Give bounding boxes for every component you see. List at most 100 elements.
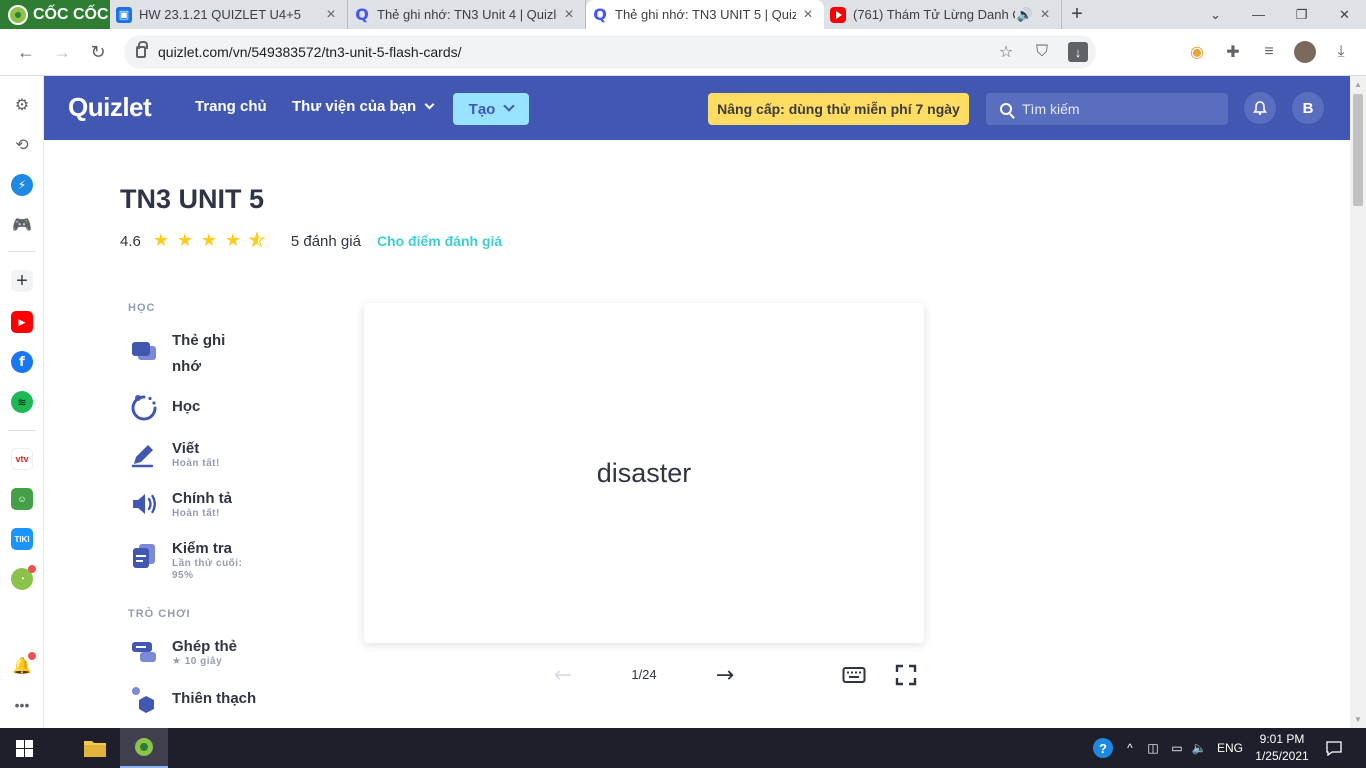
battery-icon[interactable]: ▭ — [1166, 728, 1188, 768]
star-icon: ★ — [224, 230, 241, 251]
youtube-icon[interactable]: ▶ — [11, 311, 33, 333]
browser-tab-2[interactable]: Q Thẻ ghi nhớ: TN3 Unit 4 | Quizlet × — [348, 0, 586, 29]
close-window-icon[interactable]: ✕ — [1323, 0, 1366, 29]
set-title: TN3 UNIT 5 — [120, 184, 265, 214]
browser-tab-1[interactable]: ▣ HW 23.1.21 QUIZLET U4+5 × — [110, 0, 348, 29]
tab-audio-icon[interactable]: 🔊 — [1017, 7, 1033, 23]
game-app-icon[interactable]: ☺ — [11, 488, 33, 510]
download-video-icon[interactable]: ↓ — [1068, 42, 1088, 62]
keyboard-shortcuts-icon[interactable] — [842, 663, 866, 687]
file-explorer-button[interactable] — [72, 728, 118, 768]
card-counter: 1/24 — [631, 667, 657, 682]
flashcard-controls: ← 1/24 → — [364, 660, 924, 690]
previous-card-button[interactable]: ← — [548, 660, 578, 690]
mode-learn[interactable]: Học — [128, 394, 298, 424]
coccoc-app-icon — [135, 738, 153, 756]
star-icon: ★ — [176, 230, 193, 251]
coccoc-taskbar-button[interactable] — [120, 728, 168, 768]
tab-close-icon[interactable]: × — [561, 6, 577, 24]
new-tab-button[interactable]: + — [1062, 0, 1092, 29]
coccoc-sidebar: ⚙ ⟲ ⚡ 🎮 + ▶ f ≋ vtv ☺ TIKI ◔ 🔔 ••• — [0, 76, 44, 728]
shield-icon[interactable]: ⛉ — [1024, 43, 1060, 61]
flashcard[interactable]: disaster — [364, 303, 924, 643]
minimize-icon[interactable]: — — [1237, 0, 1280, 29]
input-language[interactable]: ENG — [1212, 728, 1248, 768]
media-playlist-icon[interactable]: ≡ — [1252, 35, 1286, 69]
star-icon: ★ — [152, 230, 169, 251]
tab-title: Thẻ ghi nhớ: TN3 UNIT 5 | Quizlet — [615, 7, 796, 22]
mode-flashcards[interactable]: Thẻ ghi nhớ — [128, 328, 298, 376]
browser-tab-4[interactable]: (761) Thám Tử Lừng Danh Conan 🔊 × — [824, 0, 1062, 29]
page-scrollbar[interactable]: ▲ ▼ — [1350, 76, 1366, 728]
profile-avatar[interactable] — [1294, 41, 1316, 63]
window-controls: ⌄ — ❐ ✕ — [1194, 0, 1366, 29]
mode-test[interactable]: Kiểm tra Lần thử cuối: 95% — [128, 536, 298, 592]
rate-set-link[interactable]: Cho điểm đánh giá — [377, 233, 502, 249]
taskbar-clock[interactable]: 9:01 PM 1/25/2021 — [1250, 731, 1314, 765]
folder-icon — [84, 741, 106, 757]
tab-close-icon[interactable]: × — [800, 6, 816, 24]
flashcards-icon — [132, 342, 156, 360]
mode-write[interactable]: Viết Hoàn tất! — [128, 436, 298, 476]
tiki-icon[interactable]: TIKI — [11, 528, 33, 550]
vtv-go-icon[interactable]: vtv — [11, 448, 33, 470]
nav-home-link[interactable]: Trang chủ — [195, 98, 267, 115]
back-button[interactable]: ← — [8, 34, 44, 70]
coccoc-menu-button[interactable]: CỐC CỐC — [0, 0, 110, 29]
forward-button[interactable]: → — [44, 34, 80, 70]
quizlet-header: Quizlet Trang chủ Thư viện của bạn Tạo N… — [44, 76, 1350, 140]
downloads-icon[interactable]: ⤓ — [1324, 35, 1358, 69]
lock-icon[interactable] — [136, 41, 148, 58]
notification-center-icon[interactable] — [1318, 728, 1350, 768]
star-icon: ★ — [200, 230, 217, 251]
settings-gear-icon[interactable]: ⚙ — [11, 94, 33, 116]
messenger-icon[interactable]: ⚡ — [11, 174, 33, 196]
scroll-down-icon[interactable]: ▼ — [1354, 715, 1362, 724]
search-icon — [1000, 103, 1012, 115]
mode-spell[interactable]: Chính tả Hoàn tất! — [128, 486, 298, 526]
restore-icon[interactable]: ❐ — [1280, 0, 1323, 29]
scrollbar-thumb[interactable] — [1353, 94, 1363, 206]
volume-icon[interactable]: 🔈 — [1188, 728, 1210, 768]
gamepad-icon[interactable]: 🎮 — [11, 214, 33, 236]
chrome-extension-icon[interactable]: ◉ — [1180, 35, 1214, 69]
rating-stars: ★ ★ ★ ★ ★ — [152, 230, 267, 251]
spotify-icon[interactable]: ≋ — [11, 391, 33, 413]
create-button[interactable]: Tạo — [453, 93, 529, 125]
url-text[interactable]: quizlet.com/vn/549383572/tn3-unit-5-flas… — [158, 44, 462, 60]
tab-close-icon[interactable]: × — [1037, 6, 1053, 24]
pen-icon — [131, 445, 154, 468]
upgrade-button[interactable]: Nâng cấp: dùng thử miễn phí 7 ngày — [708, 93, 969, 125]
search-box[interactable] — [986, 93, 1228, 125]
game-match[interactable]: Ghép thẻ ★ 10 giây — [128, 634, 298, 674]
meet-now-icon[interactable]: ◫ — [1142, 728, 1164, 768]
notification-bell-icon[interactable]: 🔔 — [11, 652, 36, 677]
notifications-button[interactable] — [1244, 92, 1276, 124]
fullscreen-icon[interactable] — [894, 663, 918, 687]
facebook-icon[interactable]: f — [11, 351, 33, 373]
mode-status: Lần thử cuối: 95% — [172, 558, 243, 581]
start-button[interactable] — [0, 728, 48, 768]
tab-search-icon[interactable]: ⌄ — [1194, 0, 1237, 29]
coccoc-extension-icon[interactable]: ◔ — [11, 565, 36, 590]
user-avatar[interactable]: B — [1292, 92, 1324, 124]
history-icon[interactable]: ⟲ — [11, 134, 33, 156]
windows-logo-icon — [15, 739, 33, 757]
nav-library-dropdown[interactable]: Thư viện của bạn — [292, 98, 435, 115]
scroll-up-icon[interactable]: ▲ — [1354, 80, 1362, 89]
more-options-icon[interactable]: ••• — [11, 694, 33, 716]
tab-close-icon[interactable]: × — [323, 6, 339, 24]
help-icon[interactable]: ? — [1090, 728, 1116, 768]
browser-tab-3[interactable]: Q Thẻ ghi nhớ: TN3 UNIT 5 | Quizlet × — [586, 0, 824, 29]
show-hidden-icons-icon[interactable]: ^ — [1120, 728, 1140, 768]
search-input[interactable] — [1022, 101, 1202, 117]
game-gravity[interactable]: Thiên thạch — [128, 686, 298, 716]
quizlet-logo[interactable]: Quizlet — [68, 92, 152, 123]
next-card-button[interactable]: → — [710, 660, 740, 690]
address-bar[interactable]: quizlet.com/vn/549383572/tn3-unit-5-flas… — [124, 35, 1096, 69]
add-shortcut-icon[interactable]: + — [11, 270, 33, 292]
quizlet-page: Quizlet Trang chủ Thư viện của bạn Tạo N… — [44, 76, 1350, 728]
bookmark-star-icon[interactable]: ☆ — [988, 42, 1024, 62]
reload-button[interactable]: ↻ — [80, 34, 116, 70]
puzzle-extensions-icon[interactable]: ✚ — [1216, 35, 1250, 69]
